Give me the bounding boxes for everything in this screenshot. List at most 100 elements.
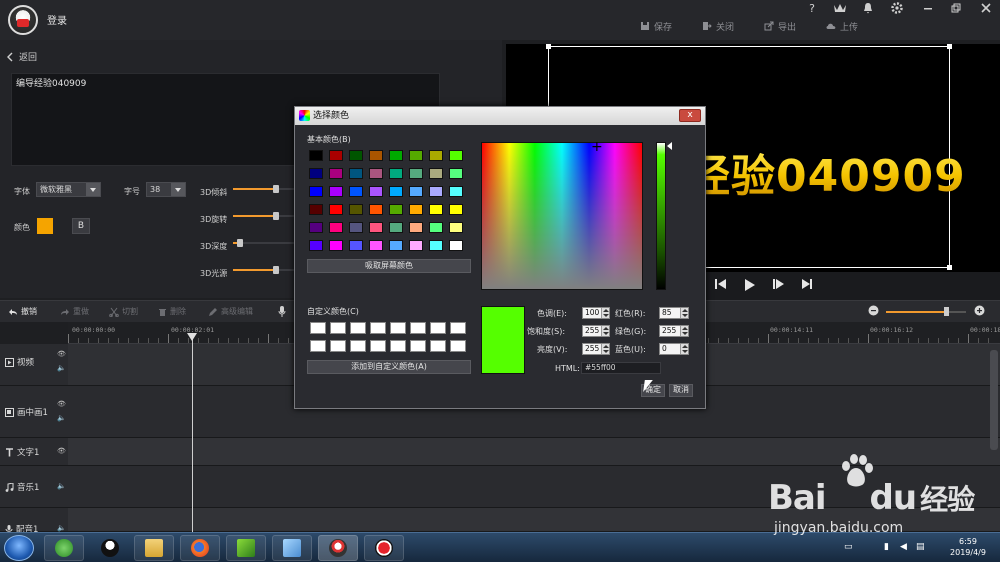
custom-color-slot[interactable] bbox=[310, 322, 326, 334]
basic-color-swatch[interactable] bbox=[389, 186, 403, 197]
value-spinbox[interactable]: 255 bbox=[582, 343, 610, 355]
saturation-spinbox[interactable]: 255 bbox=[582, 325, 610, 337]
playhead-marker[interactable] bbox=[187, 333, 197, 341]
basic-color-swatch[interactable] bbox=[389, 150, 403, 161]
basic-color-swatch[interactable] bbox=[349, 168, 363, 179]
basic-color-swatch[interactable] bbox=[409, 186, 423, 197]
basic-color-swatch[interactable] bbox=[349, 186, 363, 197]
cut-button[interactable]: 切割 bbox=[109, 306, 138, 317]
custom-color-slot[interactable] bbox=[370, 322, 386, 334]
volume-icon[interactable]: 🔈 bbox=[57, 364, 66, 372]
basic-color-swatch[interactable] bbox=[449, 168, 463, 179]
blue-spinbox[interactable]: 0 bbox=[659, 343, 689, 355]
taskbar-app-firefox[interactable] bbox=[180, 535, 220, 561]
start-button[interactable] bbox=[4, 535, 34, 561]
basic-color-swatch[interactable] bbox=[409, 240, 423, 251]
back-button[interactable]: 返回 bbox=[6, 50, 37, 63]
eye-icon[interactable]: 👁 bbox=[57, 400, 66, 408]
basic-color-swatch[interactable] bbox=[449, 186, 463, 197]
basic-color-swatch[interactable] bbox=[309, 204, 323, 215]
resize-handle[interactable] bbox=[947, 265, 952, 270]
basic-color-swatch[interactable] bbox=[369, 186, 383, 197]
taskbar-app-media[interactable] bbox=[226, 535, 266, 561]
zoom-out-icon[interactable] bbox=[868, 305, 879, 316]
dialog-close-button[interactable]: x bbox=[679, 109, 701, 122]
track-text[interactable]: 文字1 👁 bbox=[0, 438, 1000, 466]
spin-arrows-icon[interactable] bbox=[680, 326, 688, 336]
playhead-line[interactable] bbox=[192, 333, 193, 533]
custom-color-slot[interactable] bbox=[370, 340, 386, 352]
delete-button[interactable]: 删除 bbox=[158, 306, 186, 317]
basic-color-swatch[interactable] bbox=[349, 240, 363, 251]
resize-handle[interactable] bbox=[947, 44, 952, 49]
save-button[interactable]: 保存 bbox=[640, 18, 672, 34]
taskbar-app-explorer[interactable] bbox=[134, 535, 174, 561]
custom-color-slot[interactable] bbox=[330, 340, 346, 352]
zoom-in-icon[interactable] bbox=[974, 305, 985, 316]
basic-color-swatch[interactable] bbox=[349, 222, 363, 233]
basic-color-swatch[interactable] bbox=[409, 168, 423, 179]
advanced-edit-button[interactable]: 高级编辑 bbox=[208, 306, 253, 317]
custom-color-slot[interactable] bbox=[430, 322, 446, 334]
color-spectrum[interactable] bbox=[481, 142, 643, 290]
track-voiceover[interactable]: 配音1 🔈 bbox=[0, 508, 1000, 535]
track-music[interactable]: 音乐1 🔈 bbox=[0, 466, 1000, 508]
clock[interactable]: 6:59 2019/4/9 bbox=[940, 536, 996, 558]
close-icon[interactable] bbox=[978, 2, 994, 16]
prev-frame-icon[interactable] bbox=[714, 278, 728, 293]
custom-color-slot[interactable] bbox=[350, 340, 366, 352]
spin-arrows-icon[interactable] bbox=[680, 344, 688, 354]
basic-color-swatch[interactable] bbox=[309, 186, 323, 197]
custom-color-slot[interactable] bbox=[350, 322, 366, 334]
spin-arrows-icon[interactable] bbox=[601, 308, 609, 318]
timeline-scrollbar[interactable] bbox=[990, 350, 998, 450]
add-custom-color-button[interactable]: 添加到自定义颜色(A) bbox=[307, 360, 471, 374]
basic-color-swatch[interactable] bbox=[329, 222, 343, 233]
basic-color-swatch[interactable] bbox=[389, 222, 403, 233]
font-select[interactable]: 微软雅黑 bbox=[36, 182, 101, 197]
basic-color-swatch[interactable] bbox=[309, 168, 323, 179]
green-spinbox[interactable]: 255 bbox=[659, 325, 689, 337]
spin-arrows-icon[interactable] bbox=[680, 308, 688, 318]
custom-color-slot[interactable] bbox=[310, 340, 326, 352]
basic-color-swatch[interactable] bbox=[409, 150, 423, 161]
basic-color-swatch[interactable] bbox=[449, 204, 463, 215]
vip-icon[interactable] bbox=[832, 2, 848, 16]
basic-color-swatch[interactable] bbox=[449, 240, 463, 251]
basic-color-swatch[interactable] bbox=[429, 204, 443, 215]
taskbar-app-qq[interactable] bbox=[90, 535, 130, 561]
undo-button[interactable]: 撤销 bbox=[8, 306, 37, 317]
skip-end-icon[interactable] bbox=[800, 278, 814, 293]
bell-icon[interactable] bbox=[860, 2, 876, 16]
rotate-slider[interactable] bbox=[233, 212, 295, 220]
bold-button[interactable]: B bbox=[72, 218, 90, 234]
basic-color-swatch[interactable] bbox=[429, 240, 443, 251]
gear-icon[interactable] bbox=[889, 2, 905, 16]
timeline-zoom-slider[interactable] bbox=[886, 307, 966, 316]
depth-slider[interactable] bbox=[233, 239, 295, 247]
basic-color-swatch[interactable] bbox=[389, 204, 403, 215]
spin-arrows-icon[interactable] bbox=[601, 344, 609, 354]
custom-color-slot[interactable] bbox=[410, 322, 426, 334]
basic-color-swatch[interactable] bbox=[369, 168, 383, 179]
basic-color-swatch[interactable] bbox=[349, 204, 363, 215]
volume-icon[interactable]: 🔈 bbox=[57, 524, 66, 532]
custom-color-slot[interactable] bbox=[390, 322, 406, 334]
volume-tray-icon[interactable]: ◀ bbox=[900, 542, 907, 552]
basic-color-swatch[interactable] bbox=[409, 204, 423, 215]
tilt-slider[interactable] bbox=[233, 185, 295, 193]
resize-handle[interactable] bbox=[546, 44, 551, 49]
basic-color-swatch[interactable] bbox=[329, 240, 343, 251]
login-link[interactable]: 登录 bbox=[47, 12, 67, 27]
basic-color-swatch[interactable] bbox=[369, 222, 383, 233]
basic-color-swatch[interactable] bbox=[389, 240, 403, 251]
taskbar-app-video-editor[interactable] bbox=[318, 535, 358, 561]
custom-color-slot[interactable] bbox=[410, 340, 426, 352]
custom-color-slot[interactable] bbox=[450, 322, 466, 334]
html-color-input[interactable]: #55ff00 bbox=[581, 362, 661, 374]
luminance-arrow-icon[interactable] bbox=[667, 142, 672, 150]
volume-icon[interactable]: 🔈 bbox=[57, 482, 66, 490]
eye-icon[interactable]: 👁 bbox=[57, 350, 66, 358]
custom-color-slot[interactable] bbox=[430, 340, 446, 352]
basic-color-swatch[interactable] bbox=[449, 222, 463, 233]
